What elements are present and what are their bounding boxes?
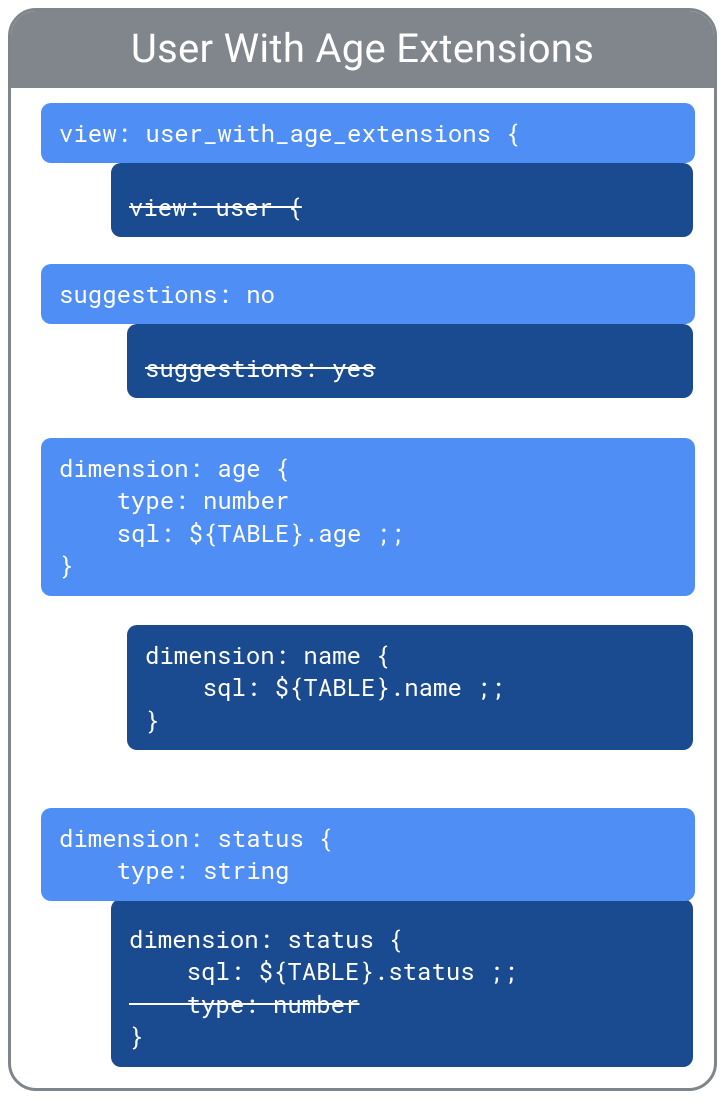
card-title: User With Age Extensions — [11, 11, 714, 88]
code-line: sql: ${TABLE}.status ;; — [129, 955, 518, 987]
overridden-text: view: user { — [129, 191, 302, 223]
block-view-extension: view: user_with_age_extensions { — [41, 103, 695, 163]
block-view-user-overridden: view: user { — [111, 163, 693, 237]
code-line: } — [129, 1020, 143, 1052]
diagram-body: view: user_with_age_extensions { view: u… — [11, 88, 714, 136]
code-line: dimension: status { — [129, 923, 403, 955]
block-dimension-status-old: dimension: status { sql: ${TABLE}.status… — [111, 899, 693, 1067]
overridden-text: type: number — [129, 988, 359, 1020]
block-dimension-name: dimension: name { sql: ${TABLE}.name ;; … — [127, 625, 693, 750]
block-suggestions-yes-overridden: suggestions: yes — [127, 324, 693, 398]
block-dimension-age: dimension: age { type: number sql: ${TAB… — [41, 438, 695, 596]
block-suggestions-no: suggestions: no — [41, 264, 695, 324]
overridden-text: suggestions: yes — [145, 352, 375, 384]
block-dimension-status-new: dimension: status { type: string — [41, 808, 695, 901]
diagram-card: User With Age Extensions view: user_with… — [8, 8, 717, 1091]
